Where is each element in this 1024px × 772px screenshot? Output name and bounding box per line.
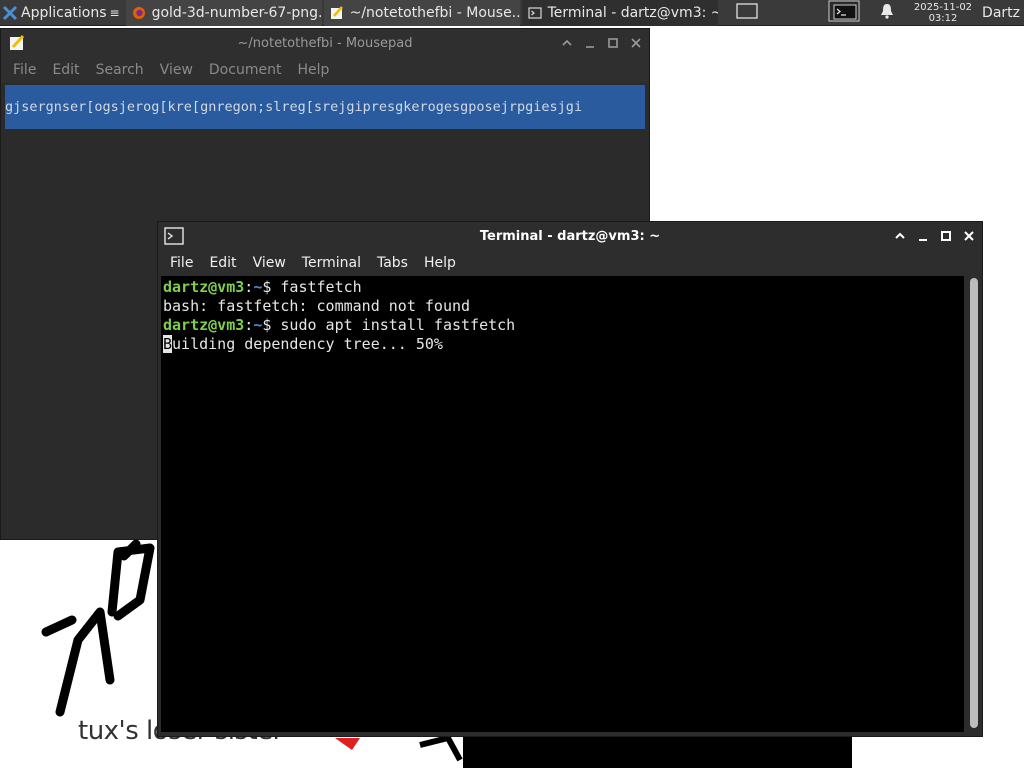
menu-terminal[interactable]: Terminal	[294, 255, 369, 271]
maximize-up-icon[interactable]	[559, 36, 574, 51]
user-menu[interactable]: Dartz	[982, 5, 1024, 21]
system-tray: 2025-11-02 03:12 Dartz	[828, 0, 1024, 26]
terminal-icon	[164, 227, 184, 245]
menu-tabs[interactable]: Tabs	[369, 255, 416, 271]
menu-edit[interactable]: Edit	[44, 62, 87, 78]
window-title: ~/notetothefbi - Mousepad	[237, 35, 413, 51]
scrollbar-thumb[interactable]	[970, 278, 978, 728]
maximize-up-icon[interactable]	[892, 229, 907, 244]
xfce-logo-icon	[2, 5, 18, 20]
menu-file[interactable]: File	[162, 255, 201, 271]
mousepad-icon	[10, 35, 25, 50]
maximize-icon[interactable]	[605, 36, 620, 51]
task-firefox[interactable]: gold-3d-number-67-png...	[125, 0, 322, 26]
menu-help[interactable]: Help	[289, 62, 337, 78]
applications-label: Applications	[21, 4, 107, 21]
bell-icon	[880, 4, 893, 19]
menu-search[interactable]: Search	[88, 62, 152, 78]
window-controls	[892, 222, 976, 250]
notifications-button[interactable]	[880, 3, 894, 23]
terminal-line: bash: fastfetch: command not found	[163, 297, 471, 315]
text-cursor: B	[163, 335, 173, 353]
menu-separator-icon: ≡	[109, 5, 120, 20]
wallpaper-black-block	[463, 737, 852, 768]
terminal-titlebar[interactable]: Terminal - dartz@vm3: ~	[158, 222, 982, 250]
terminal-tray-button[interactable]	[828, 0, 860, 26]
task-mousepad[interactable]: ~/notetothefbi - Mouse...	[323, 0, 520, 26]
terminal-menubar: File Edit View Terminal Tabs Help	[158, 250, 982, 276]
prompt-end: $	[262, 316, 272, 334]
selected-text-line[interactable]: gjsergnser[ogsjerog[kre[gnregon;slreg[sr…	[5, 85, 645, 129]
terminal-output[interactable]: dartz@vm3:~$ fastfetch bash: fastfetch: c…	[161, 276, 964, 732]
terminal-window: Terminal - dartz@vm3: ~ File Edit View T…	[157, 221, 983, 737]
clock-time: 03:12	[928, 13, 958, 24]
task-terminal[interactable]: Terminal - dartz@vm3: ~	[521, 0, 718, 26]
minimize-icon[interactable]	[915, 229, 930, 244]
mousepad-icon	[330, 5, 343, 19]
menu-edit[interactable]: Edit	[201, 255, 244, 271]
menu-help[interactable]: Help	[416, 255, 464, 271]
menu-view[interactable]: View	[245, 255, 294, 271]
close-icon[interactable]	[961, 229, 976, 244]
firefox-icon	[132, 6, 145, 19]
menu-view[interactable]: View	[152, 62, 201, 78]
terminal-scrollbar[interactable]	[969, 278, 979, 728]
menu-file[interactable]: File	[5, 62, 44, 78]
prompt-end: $	[262, 278, 272, 296]
window-title: Terminal - dartz@vm3: ~	[479, 228, 661, 244]
workspace-icon	[735, 2, 758, 19]
task-label: ~/notetothefbi - Mouse...	[349, 4, 520, 21]
output-text: uilding dependency tree... 50%	[172, 335, 443, 353]
prompt-user: dartz@vm3	[163, 316, 245, 334]
applications-menu-button[interactable]: Applications ≡	[0, 0, 124, 26]
workspace-switcher[interactable]	[735, 2, 758, 23]
prompt-path: ~	[253, 278, 263, 296]
terminal-line: Building dependency tree... 50%	[163, 335, 962, 354]
mousepad-titlebar[interactable]: ~/notetothefbi - Mousepad	[1, 29, 649, 57]
command-text: fastfetch	[280, 278, 362, 296]
menu-document[interactable]: Document	[201, 62, 290, 78]
prompt-separator: :	[244, 316, 254, 334]
terminal-line: dartz@vm3:~$ fastfetch	[163, 278, 962, 297]
mousepad-menubar: File Edit Search View Document Help	[1, 57, 649, 83]
prompt-path: ~	[253, 316, 263, 334]
task-label: gold-3d-number-67-png...	[151, 4, 322, 21]
terminal-launcher-icon	[828, 0, 860, 22]
minimize-icon[interactable]	[582, 36, 597, 51]
close-icon[interactable]	[628, 36, 643, 51]
window-controls	[559, 29, 643, 57]
terminal-icon	[527, 6, 542, 19]
top-panel: Applications ≡ gold-3d-number-67-png... …	[0, 0, 1024, 26]
task-label: Terminal - dartz@vm3: ~	[547, 4, 718, 21]
terminal-line: dartz@vm3:~$ sudo apt install fastfetch	[163, 316, 962, 335]
command-text: sudo apt install fastfetch	[280, 316, 516, 334]
prompt-user: dartz@vm3	[163, 278, 245, 296]
maximize-icon[interactable]	[938, 229, 953, 244]
clock-date: 2025-11-02	[913, 2, 973, 13]
clock[interactable]: 2025-11-02 03:12	[914, 2, 972, 24]
prompt-separator: :	[244, 278, 254, 296]
